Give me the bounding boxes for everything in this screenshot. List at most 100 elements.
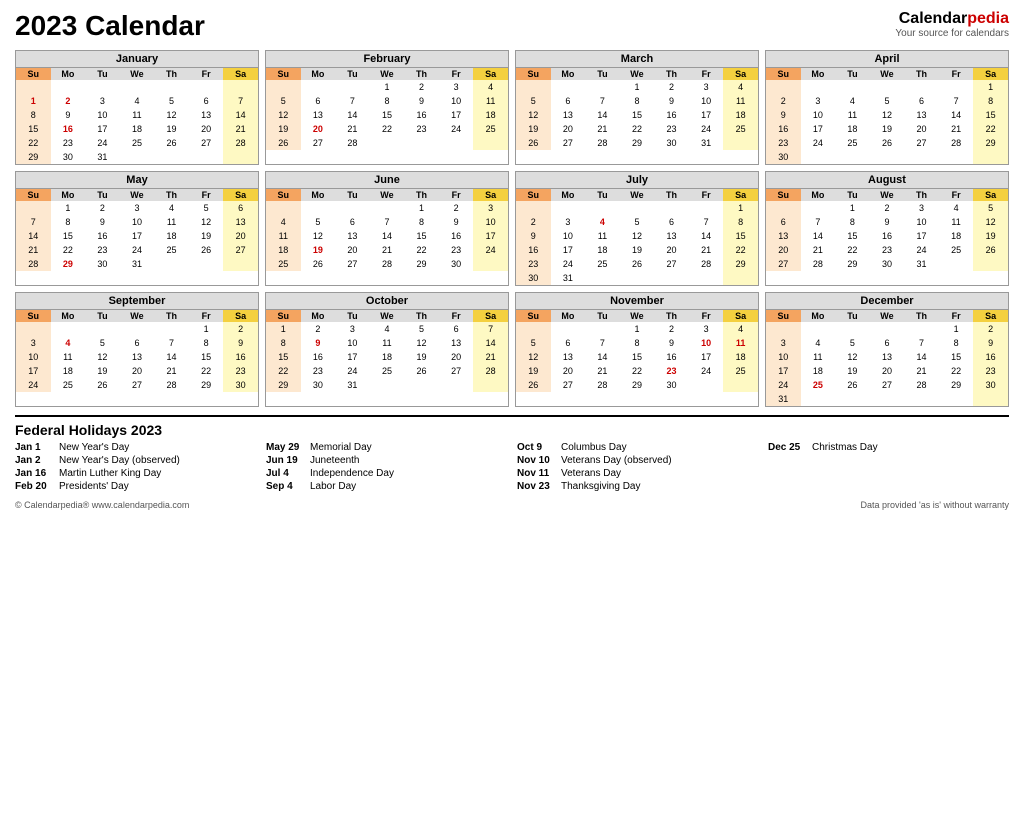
holiday-name: Labor Day <box>310 481 356 492</box>
day-cell: 7 <box>335 94 370 108</box>
day-cell: 7 <box>904 336 939 350</box>
day-cell: 30 <box>301 378 336 392</box>
calendars-grid: JanuarySuMoTuWeThFrSa1234567891011121314… <box>15 50 1009 407</box>
holiday-name: Independence Day <box>310 468 394 479</box>
day-cell: 27 <box>766 257 801 271</box>
footer: © Calendarpedia® www.calendarpedia.com D… <box>15 500 1009 510</box>
month-august: AugustSuMoTuWeThFrSa12345678910111213141… <box>765 171 1009 286</box>
day-header-su: Su <box>516 68 551 80</box>
day-header-su: Su <box>766 310 801 322</box>
holiday-name: New Year's Day <box>59 442 129 453</box>
day-cell: 22 <box>189 364 224 378</box>
day-cell <box>516 201 551 215</box>
day-header-sa: Sa <box>473 68 508 80</box>
holiday-name: Memorial Day <box>310 442 372 453</box>
day-cell: 22 <box>16 136 51 150</box>
day-cell <box>516 80 551 94</box>
day-cell: 28 <box>904 378 939 392</box>
holiday-date: Jan 16 <box>15 468 53 479</box>
day-cell: 14 <box>904 350 939 364</box>
day-cell: 31 <box>689 136 724 150</box>
day-header-mo: Mo <box>551 68 586 80</box>
day-cell: 21 <box>904 364 939 378</box>
day-cell: 26 <box>154 136 189 150</box>
day-header-we: We <box>120 310 155 322</box>
day-cell <box>904 150 939 164</box>
day-cell: 11 <box>835 108 870 122</box>
day-header-mo: Mo <box>551 189 586 201</box>
month-table-january: SuMoTuWeThFrSa12345678910111213141516171… <box>16 68 258 164</box>
day-cell: 24 <box>473 243 508 257</box>
day-cell: 19 <box>189 229 224 243</box>
day-cell: 31 <box>551 271 586 285</box>
day-cell: 18 <box>473 108 508 122</box>
day-cell: 25 <box>473 122 508 136</box>
day-cell: 15 <box>939 350 974 364</box>
month-table-august: SuMoTuWeThFrSa12345678910111213141516171… <box>766 189 1008 271</box>
day-cell: 6 <box>120 336 155 350</box>
day-cell: 1 <box>835 201 870 215</box>
day-cell: 1 <box>973 80 1008 94</box>
day-cell: 12 <box>301 229 336 243</box>
day-header-tu: Tu <box>335 68 370 80</box>
day-cell: 2 <box>51 94 86 108</box>
day-cell: 1 <box>51 201 86 215</box>
day-cell: 30 <box>516 271 551 285</box>
day-cell <box>973 150 1008 164</box>
day-cell: 7 <box>801 215 836 229</box>
day-cell: 8 <box>266 336 301 350</box>
day-cell: 20 <box>654 243 689 257</box>
day-header-su: Su <box>266 189 301 201</box>
day-cell: 15 <box>973 108 1008 122</box>
day-cell <box>801 322 836 336</box>
day-cell: 23 <box>223 364 258 378</box>
day-cell: 23 <box>85 243 120 257</box>
day-cell: 28 <box>689 257 724 271</box>
month-november: NovemberSuMoTuWeThFrSa123456789101112131… <box>515 292 759 407</box>
day-cell: 10 <box>689 336 724 350</box>
day-cell: 8 <box>939 336 974 350</box>
day-cell: 22 <box>620 364 655 378</box>
holiday-name: Veterans Day <box>561 468 621 479</box>
holiday-date: Dec 25 <box>768 442 806 453</box>
brand-subtitle: Your source for calendars <box>895 28 1009 39</box>
day-cell: 16 <box>766 122 801 136</box>
day-cell: 25 <box>370 364 405 378</box>
day-cell: 15 <box>370 108 405 122</box>
footer-right: Data provided 'as is' without warranty <box>860 500 1009 510</box>
day-cell: 23 <box>973 364 1008 378</box>
day-cell: 31 <box>335 378 370 392</box>
holiday-item: May 29Memorial Day <box>266 442 507 453</box>
day-cell: 21 <box>370 243 405 257</box>
day-cell: 2 <box>404 80 439 94</box>
day-cell: 12 <box>516 108 551 122</box>
day-cell: 11 <box>939 215 974 229</box>
day-cell <box>801 392 836 406</box>
day-cell <box>689 378 724 392</box>
month-title-june: June <box>266 172 508 189</box>
day-cell: 8 <box>404 215 439 229</box>
day-cell: 13 <box>301 108 336 122</box>
day-cell: 20 <box>223 229 258 243</box>
day-cell: 2 <box>85 201 120 215</box>
day-cell: 15 <box>266 350 301 364</box>
day-cell: 4 <box>473 80 508 94</box>
day-cell: 21 <box>154 364 189 378</box>
month-table-june: SuMoTuWeThFrSa12345678910111213141516171… <box>266 189 508 271</box>
day-cell: 8 <box>620 94 655 108</box>
day-cell <box>223 257 258 271</box>
day-cell: 16 <box>516 243 551 257</box>
day-cell: 2 <box>766 94 801 108</box>
day-cell: 29 <box>620 136 655 150</box>
day-cell: 10 <box>439 94 474 108</box>
day-header-tu: Tu <box>585 310 620 322</box>
day-cell: 4 <box>723 80 758 94</box>
day-cell: 15 <box>620 108 655 122</box>
holiday-date: Jan 2 <box>15 455 53 466</box>
day-cell <box>870 392 905 406</box>
day-cell: 20 <box>551 364 586 378</box>
day-cell <box>473 136 508 150</box>
day-cell: 21 <box>585 122 620 136</box>
day-header-th: Th <box>404 189 439 201</box>
day-cell: 14 <box>154 350 189 364</box>
